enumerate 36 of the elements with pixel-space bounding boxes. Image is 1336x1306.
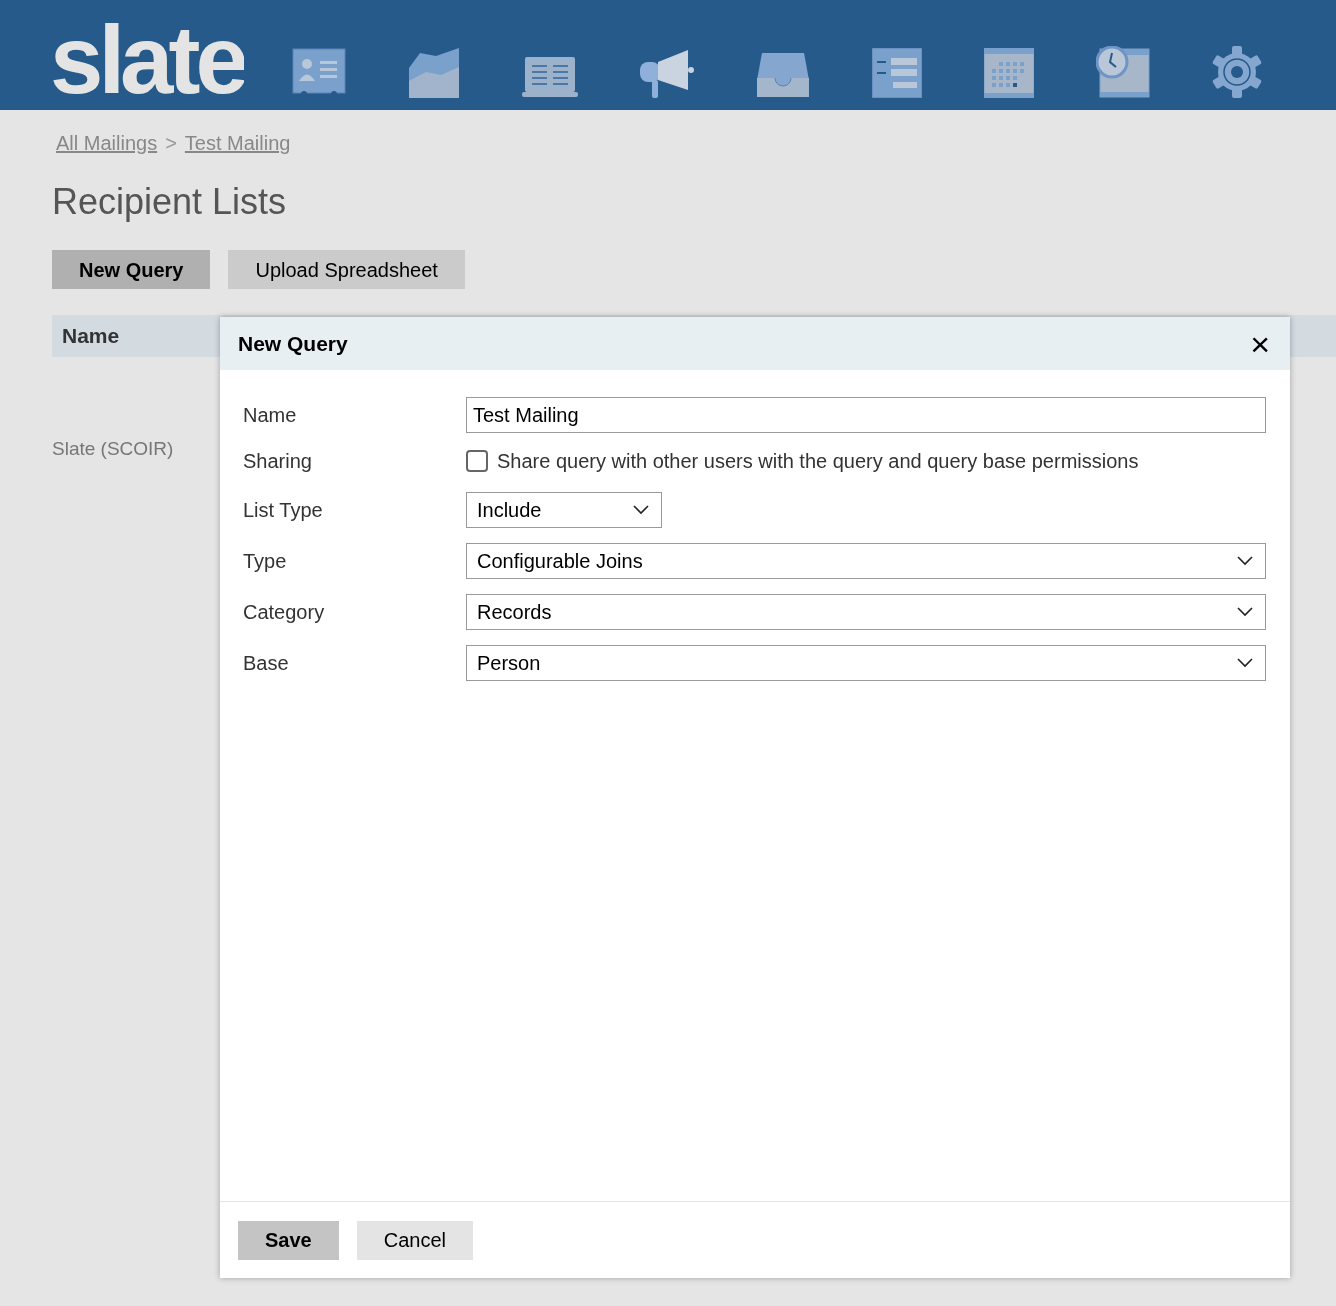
action-button[interactable]: New Query: [52, 250, 211, 289]
close-button[interactable]: ×: [1250, 326, 1270, 361]
page-title: Recipient Lists: [52, 184, 288, 220]
breadcrumb-separator: >: [165, 131, 177, 156]
laptop-icon[interactable]: [521, 56, 578, 98]
checkbox[interactable]: [466, 450, 488, 472]
dialog-title: New Query: [238, 330, 348, 357]
slate-logo[interactable]: slate: [50, 22, 244, 110]
settings-icon[interactable]: [1211, 46, 1262, 98]
dialog-button[interactable]: Cancel: [356, 1220, 473, 1260]
megaphone-icon[interactable]: [639, 50, 694, 98]
calendar-icon[interactable]: [983, 48, 1034, 98]
field-label: Category: [243, 599, 326, 625]
dropdown[interactable]: Configurable Joins: [466, 542, 1266, 579]
chevron-down-icon: [1237, 657, 1253, 668]
area-chart-icon[interactable]: [407, 48, 460, 98]
dropdown[interactable]: Include: [466, 491, 662, 528]
field-label: List Type: [243, 497, 324, 523]
dropdown[interactable]: Records: [466, 593, 1266, 630]
field-label: Sharing: [243, 449, 313, 474]
chevron-down-icon: [1237, 555, 1253, 566]
dialog-button[interactable]: Save: [238, 1220, 339, 1260]
field-label: Name: [243, 403, 298, 428]
action-button[interactable]: Upload Spreadsheet: [228, 250, 465, 289]
table-cell-text: Slate (SCOIR): [52, 437, 174, 461]
inbox-tray-icon[interactable]: [755, 52, 810, 98]
checkbox-label: Share query with other users with the query and query base permissions: [497, 449, 1139, 474]
field-label: Type: [243, 548, 288, 574]
dropdown[interactable]: Person: [466, 644, 1266, 681]
form-list-icon[interactable]: [871, 48, 922, 98]
clock-calendar-icon[interactable]: [1095, 46, 1150, 98]
field-label: Base: [243, 650, 290, 676]
text-field[interactable]: Test Mailing: [466, 397, 1266, 433]
column-header: Name: [62, 323, 120, 350]
chevron-down-icon: [633, 504, 649, 515]
chevron-down-icon: [1237, 606, 1253, 617]
